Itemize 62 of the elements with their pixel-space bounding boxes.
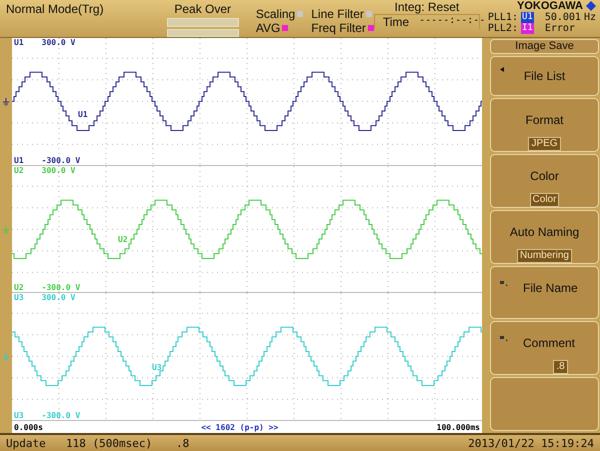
ground-marker-icon xyxy=(2,226,10,234)
scale-value: -300.0 V xyxy=(42,411,80,420)
option-label: Auto Naming xyxy=(510,224,580,239)
unit-label: Hz xyxy=(584,12,596,23)
ground-marker-icon xyxy=(2,353,10,362)
scale-value: 300.0 V xyxy=(42,293,76,302)
scale-value: -300.0 V xyxy=(42,156,80,165)
time-value: -----:--:-- xyxy=(419,15,486,28)
option-value: JPEG xyxy=(528,136,561,151)
menu-input-button[interactable]: File Name xyxy=(490,266,599,320)
time-start: 0.000s xyxy=(14,422,43,432)
channel-label: U2 xyxy=(14,283,24,292)
pll-label: PLL2: xyxy=(488,23,518,34)
option-value: Numbering xyxy=(517,248,572,263)
option-label: Comment xyxy=(523,336,576,350)
channel-label: U1 xyxy=(14,156,24,165)
indicator-label: Scaling xyxy=(256,7,296,21)
channel-label: U2 xyxy=(14,166,24,175)
scale-value: 300.0 V xyxy=(42,38,76,47)
record-length-label: << 1602 (p-p) >> xyxy=(201,422,278,432)
scale-value: 300.0 V xyxy=(42,166,76,175)
pll-source-badge: U1 xyxy=(520,12,534,23)
menu-option-button[interactable]: Format JPEG xyxy=(490,98,599,152)
comment-text: .8 xyxy=(176,436,190,450)
pll-reading: 50.001 xyxy=(544,12,581,23)
menu-title: Image Save xyxy=(490,39,599,54)
ground-marker-icon xyxy=(2,98,10,106)
option-label: Format xyxy=(525,112,564,127)
option-value: Color xyxy=(530,192,560,207)
mode-label: Normal Mode(Trg) xyxy=(5,1,105,18)
menu-option-button[interactable]: Color Color xyxy=(490,154,599,208)
update-count: 118 (500msec) xyxy=(66,436,154,450)
option-label: File Name xyxy=(523,280,578,295)
pll-source-badge: I1 xyxy=(520,23,534,34)
menu-input-button[interactable]: Comment .8 xyxy=(490,321,599,376)
diamond-icon xyxy=(586,1,596,11)
input-value: .8 xyxy=(553,360,568,374)
pll-reading: Error xyxy=(544,23,576,34)
time-end: 100.000ms xyxy=(436,422,480,432)
menu-option-button[interactable]: Auto Naming Numbering xyxy=(490,210,599,264)
peak-over-label: Peak Over xyxy=(174,2,232,16)
integ-status: Integ: Reset xyxy=(394,0,460,14)
pll-label: PLL1: xyxy=(488,12,518,23)
indicator-label: AVG xyxy=(256,21,280,35)
option-label: Color xyxy=(530,168,559,183)
channel-label: U3 xyxy=(14,293,24,302)
update-label: Update xyxy=(6,436,47,450)
date-time: 2013/01/22 15:19:24 xyxy=(468,436,594,450)
channel-label: U3 xyxy=(14,411,24,420)
trace-label: U1 xyxy=(78,110,88,120)
indicator-label: Line Filter xyxy=(311,7,364,21)
time-label: Time xyxy=(382,15,410,29)
indicator-label: Freq Filter xyxy=(311,21,366,35)
file-list-button[interactable]: File List xyxy=(490,56,599,96)
brand-logo: YOKOGAWA xyxy=(516,0,583,12)
left-triangle-icon xyxy=(500,67,504,72)
trace-label: U3 xyxy=(152,363,162,372)
trace-label: U2 xyxy=(118,235,128,244)
channel-label: U1 xyxy=(14,38,24,47)
scale-value: -300.0 V xyxy=(42,283,80,292)
keyboard-icon xyxy=(500,336,508,342)
keyboard-icon xyxy=(500,280,508,287)
